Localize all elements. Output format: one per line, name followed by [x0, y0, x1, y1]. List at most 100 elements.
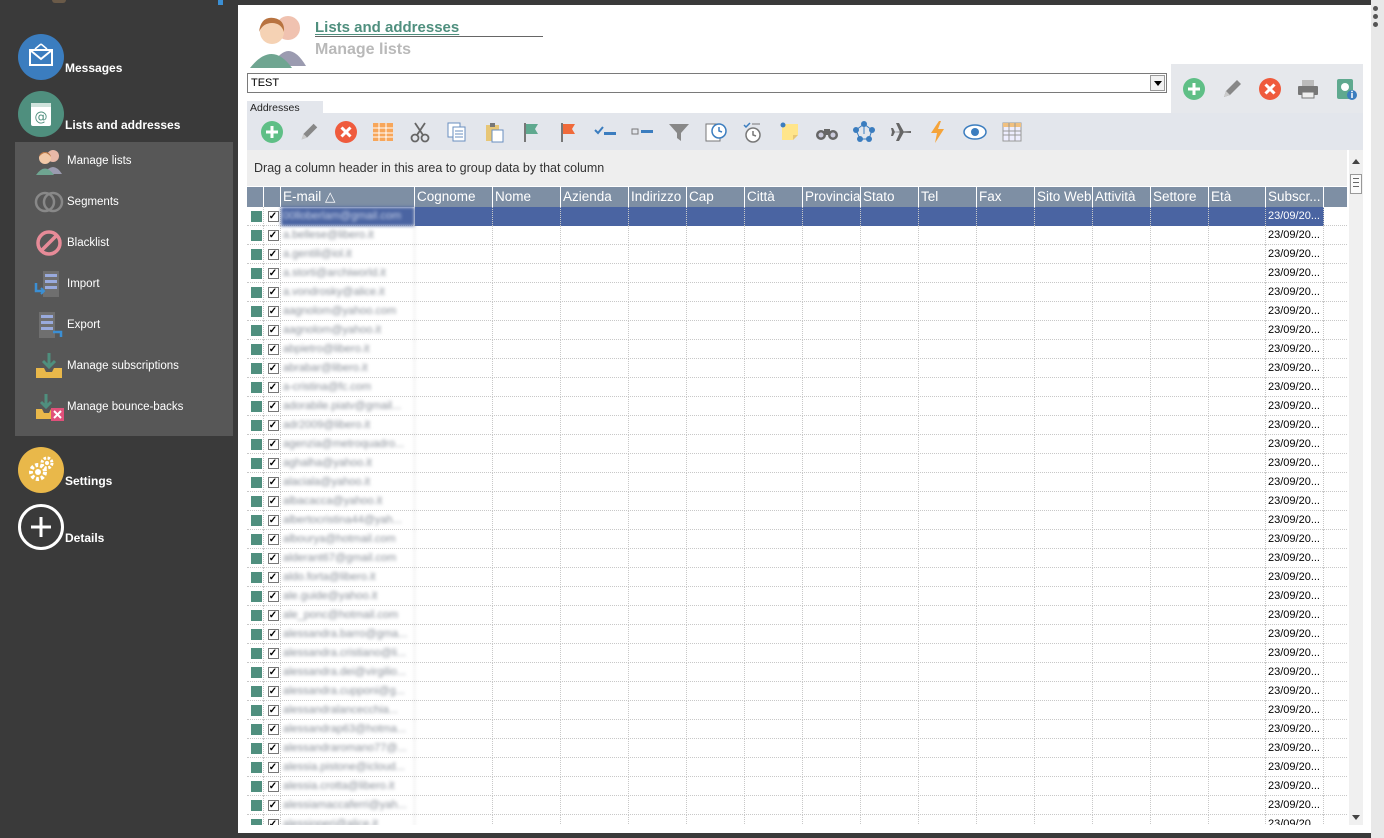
- row-checkbox[interactable]: ✓: [264, 340, 281, 359]
- table-row[interactable]: ✓ a.vondrosky@alice.it 23/09/20...: [247, 283, 1347, 302]
- table-row[interactable]: ✓ abpietro@libero.it 23/09/20...: [247, 340, 1347, 359]
- table-row[interactable]: ✓ aldo.forta@libero.it 23/09/20...: [247, 568, 1347, 587]
- flag-green-icon[interactable]: [512, 117, 549, 147]
- minus-icon[interactable]: [623, 117, 660, 147]
- sidebar-item-export[interactable]: Export: [15, 307, 233, 343]
- table-row[interactable]: ✓ alessia.crotta@libero.it 23/09/20...: [247, 777, 1347, 796]
- row-checkbox[interactable]: ✓: [264, 435, 281, 454]
- note-icon[interactable]: [771, 117, 808, 147]
- table-row[interactable]: ✓ alessandra.cristiano@li... 23/09/20...: [247, 644, 1347, 663]
- grid-icon[interactable]: [993, 117, 1030, 147]
- row-checkbox[interactable]: ✓: [264, 492, 281, 511]
- plane-icon[interactable]: [882, 117, 919, 147]
- table-row[interactable]: ✓ adr2009@libero.it 23/09/20...: [247, 416, 1347, 435]
- column-header[interactable]: Cap: [687, 187, 745, 207]
- row-checkbox[interactable]: ✓: [264, 606, 281, 625]
- table-row[interactable]: ✓ alessia.pistone@icloud... 23/09/20...: [247, 758, 1347, 777]
- grid-scrollbar[interactable]: [1349, 150, 1363, 825]
- lightning-icon[interactable]: [919, 117, 956, 147]
- copy-icon[interactable]: [438, 117, 475, 147]
- scroll-up-icon[interactable]: [1352, 159, 1360, 164]
- sidebar-item-manage-subscriptions[interactable]: Manage subscriptions: [15, 348, 233, 384]
- history-icon[interactable]: [697, 117, 734, 147]
- scroll-down-icon[interactable]: [1352, 815, 1360, 820]
- column-header[interactable]: E-mail △: [281, 187, 415, 207]
- paste-icon[interactable]: [475, 117, 512, 147]
- column-header[interactable]: Provincia: [803, 187, 861, 207]
- edit-icon[interactable]: [1219, 76, 1245, 102]
- column-header[interactable]: Subscr...: [1266, 187, 1324, 207]
- more-vertical-icon[interactable]: [1373, 6, 1379, 30]
- table-row[interactable]: ✓ alessandralancecchia... 23/09/20...: [247, 701, 1347, 720]
- row-checkbox[interactable]: ✓: [264, 359, 281, 378]
- sidebar-item-manage-lists[interactable]: Manage lists: [15, 143, 233, 179]
- table-row[interactable]: ✓ alessioperi@alice.it 23/09/20...: [247, 815, 1347, 825]
- table-row[interactable]: ✓ albertocristina44@yah... 23/09/20...: [247, 511, 1347, 530]
- add-icon[interactable]: [1181, 76, 1207, 102]
- table-row[interactable]: ✓ albourya@hotmail.com 23/09/20...: [247, 530, 1347, 549]
- edit-icon[interactable]: [290, 117, 327, 147]
- row-checkbox[interactable]: ✓: [264, 682, 281, 701]
- row-checkbox[interactable]: ✓: [264, 663, 281, 682]
- table-row[interactable]: ✓ alessandra.barro@gma... 23/09/20...: [247, 625, 1347, 644]
- flag-orange-icon[interactable]: [549, 117, 586, 147]
- row-checkbox[interactable]: ✓: [264, 264, 281, 283]
- row-checkbox[interactable]: ✓: [264, 568, 281, 587]
- column-header[interactable]: Attività: [1093, 187, 1151, 207]
- sidebar-item-import[interactable]: Import: [15, 266, 233, 302]
- binoculars-icon[interactable]: [808, 117, 845, 147]
- column-header[interactable]: Città: [745, 187, 803, 207]
- table-row[interactable]: ✓ ale.guide@yahoo.it 23/09/20...: [247, 587, 1347, 606]
- sidebar-item-segments[interactable]: Segments: [15, 184, 233, 220]
- table-row[interactable]: ✓ aagnolom@yahoo.com 23/09/20...: [247, 302, 1347, 321]
- row-checkbox[interactable]: ✓: [264, 245, 281, 264]
- row-checkbox[interactable]: ✓: [264, 587, 281, 606]
- table-row[interactable]: ✓ 00lloberlam@gmail.com 23/09/20...: [247, 207, 1347, 226]
- column-header[interactable]: Indirizzo: [629, 187, 687, 207]
- table-row[interactable]: ✓ alessiamaccaferri@yah... 23/09/20...: [247, 796, 1347, 815]
- table-row[interactable]: ✓ a.storti@archiworld.it 23/09/20...: [247, 264, 1347, 283]
- sidebar-item-blacklist[interactable]: Blacklist: [15, 225, 233, 261]
- delete-icon[interactable]: [327, 117, 364, 147]
- row-checkbox[interactable]: ✓: [264, 644, 281, 663]
- check-minus-icon[interactable]: [586, 117, 623, 147]
- add-icon[interactable]: [253, 117, 290, 147]
- column-header[interactable]: Età: [1209, 187, 1266, 207]
- row-checkbox[interactable]: ✓: [264, 625, 281, 644]
- row-checkbox[interactable]: ✓: [264, 378, 281, 397]
- row-checkbox[interactable]: ✓: [264, 720, 281, 739]
- table-row[interactable]: ✓ alderant67@gmail.com 23/09/20...: [247, 549, 1347, 568]
- chevron-down-icon[interactable]: [1150, 75, 1165, 91]
- schedule-icon[interactable]: [734, 117, 771, 147]
- row-checkbox[interactable]: ✓: [264, 777, 281, 796]
- row-checkbox[interactable]: ✓: [264, 321, 281, 340]
- table-row[interactable]: ✓ alessandrap63@hotma... 23/09/20...: [247, 720, 1347, 739]
- column-header[interactable]: Nome: [493, 187, 561, 207]
- row-checkbox[interactable]: ✓: [264, 473, 281, 492]
- row-checkbox[interactable]: ✓: [264, 815, 281, 825]
- nav-messages[interactable]: Messages: [18, 34, 122, 80]
- table-row[interactable]: ✓ a-cristina@fc.com 23/09/20...: [247, 378, 1347, 397]
- row-checkbox[interactable]: ✓: [264, 758, 281, 777]
- row-checkbox[interactable]: ✓: [264, 416, 281, 435]
- group-by-area[interactable]: Drag a column header in this area to gro…: [247, 150, 1347, 186]
- list-info-icon[interactable]: [1333, 76, 1359, 102]
- sidebar-item-manage-bounce-backs[interactable]: Manage bounce-backs: [15, 389, 233, 425]
- list-dropdown[interactable]: TEST: [247, 73, 1167, 93]
- row-checkbox[interactable]: ✓: [264, 796, 281, 815]
- row-checkbox[interactable]: ✓: [264, 397, 281, 416]
- table-row[interactable]: ✓ alaciala@yahoo.it 23/09/20...: [247, 473, 1347, 492]
- row-checkbox[interactable]: ✓: [264, 226, 281, 245]
- print-icon[interactable]: [1295, 76, 1321, 102]
- table-row[interactable]: ✓ agenzia@metroquadro... 23/09/20...: [247, 435, 1347, 454]
- nav-details[interactable]: Details: [18, 504, 104, 550]
- column-header[interactable]: Fax: [977, 187, 1035, 207]
- delete-icon[interactable]: [1257, 76, 1283, 102]
- eye-icon[interactable]: [956, 117, 993, 147]
- cut-icon[interactable]: [401, 117, 438, 147]
- table-row[interactable]: ✓ abrabar@libero.it 23/09/20...: [247, 359, 1347, 378]
- table-row[interactable]: ✓ albacacca@yahoo.it 23/09/20...: [247, 492, 1347, 511]
- table-row[interactable]: ✓ aagnolom@yahoo.it 23/09/20...: [247, 321, 1347, 340]
- row-checkbox[interactable]: ✓: [264, 549, 281, 568]
- column-header[interactable]: Azienda: [561, 187, 629, 207]
